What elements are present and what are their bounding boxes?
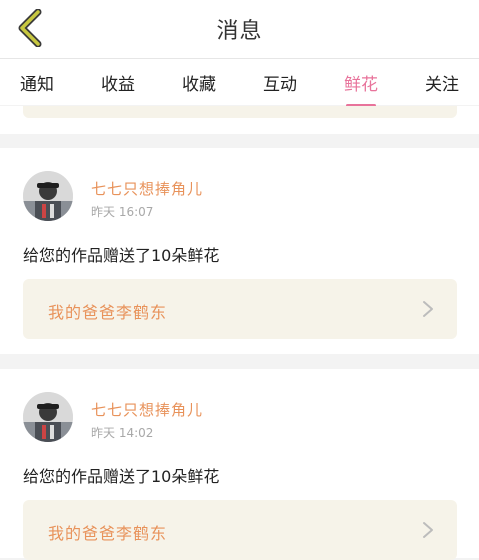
timestamp: 昨天 14:02	[91, 426, 154, 440]
tab-earnings[interactable]: 收益	[101, 68, 135, 97]
username[interactable]: 七七只想捧角儿	[91, 178, 203, 199]
avatar-image	[23, 171, 73, 221]
avatar[interactable]	[23, 392, 73, 442]
username[interactable]: 七七只想捧角儿	[91, 399, 203, 420]
timestamp: 昨天 16:07	[91, 205, 154, 219]
notification-card: 七七只想捧角儿 昨天 16:07 给您的作品赠送了10朵鲜花 我的爸爸李鹤东	[0, 148, 479, 354]
notification-card: 七七只想捧角儿 昨天 14:02 给您的作品赠送了10朵鲜花 我的爸爸李鹤东	[0, 369, 479, 560]
work-link[interactable]: 我的爸爸李鹤东	[23, 279, 457, 339]
top-bar: 消息	[0, 0, 479, 59]
chevron-right-icon	[423, 301, 433, 317]
partial-notification-card	[0, 106, 479, 134]
notification-message: 给您的作品赠送了10朵鲜花	[23, 467, 220, 486]
avatar[interactable]	[23, 171, 73, 221]
work-link[interactable]: 我的爸爸李鹤东	[23, 500, 457, 560]
notification-message: 给您的作品赠送了10朵鲜花	[23, 246, 220, 265]
partial-work-box[interactable]	[23, 106, 457, 118]
tab-favorites[interactable]: 收藏	[182, 68, 216, 97]
tab-flowers[interactable]: 鲜花	[344, 68, 378, 107]
chevron-right-icon	[423, 522, 433, 538]
tab-bar: 通知 收益 收藏 互动 鲜花 关注	[0, 59, 479, 107]
avatar-image	[23, 392, 73, 442]
page-title: 消息	[216, 19, 263, 44]
work-title: 我的爸爸李鹤东	[48, 524, 168, 543]
tab-interactions[interactable]: 互动	[263, 68, 297, 97]
tab-follows[interactable]: 关注	[425, 68, 459, 97]
tab-notice[interactable]: 通知	[20, 68, 54, 97]
work-title: 我的爸爸李鹤东	[48, 303, 168, 322]
